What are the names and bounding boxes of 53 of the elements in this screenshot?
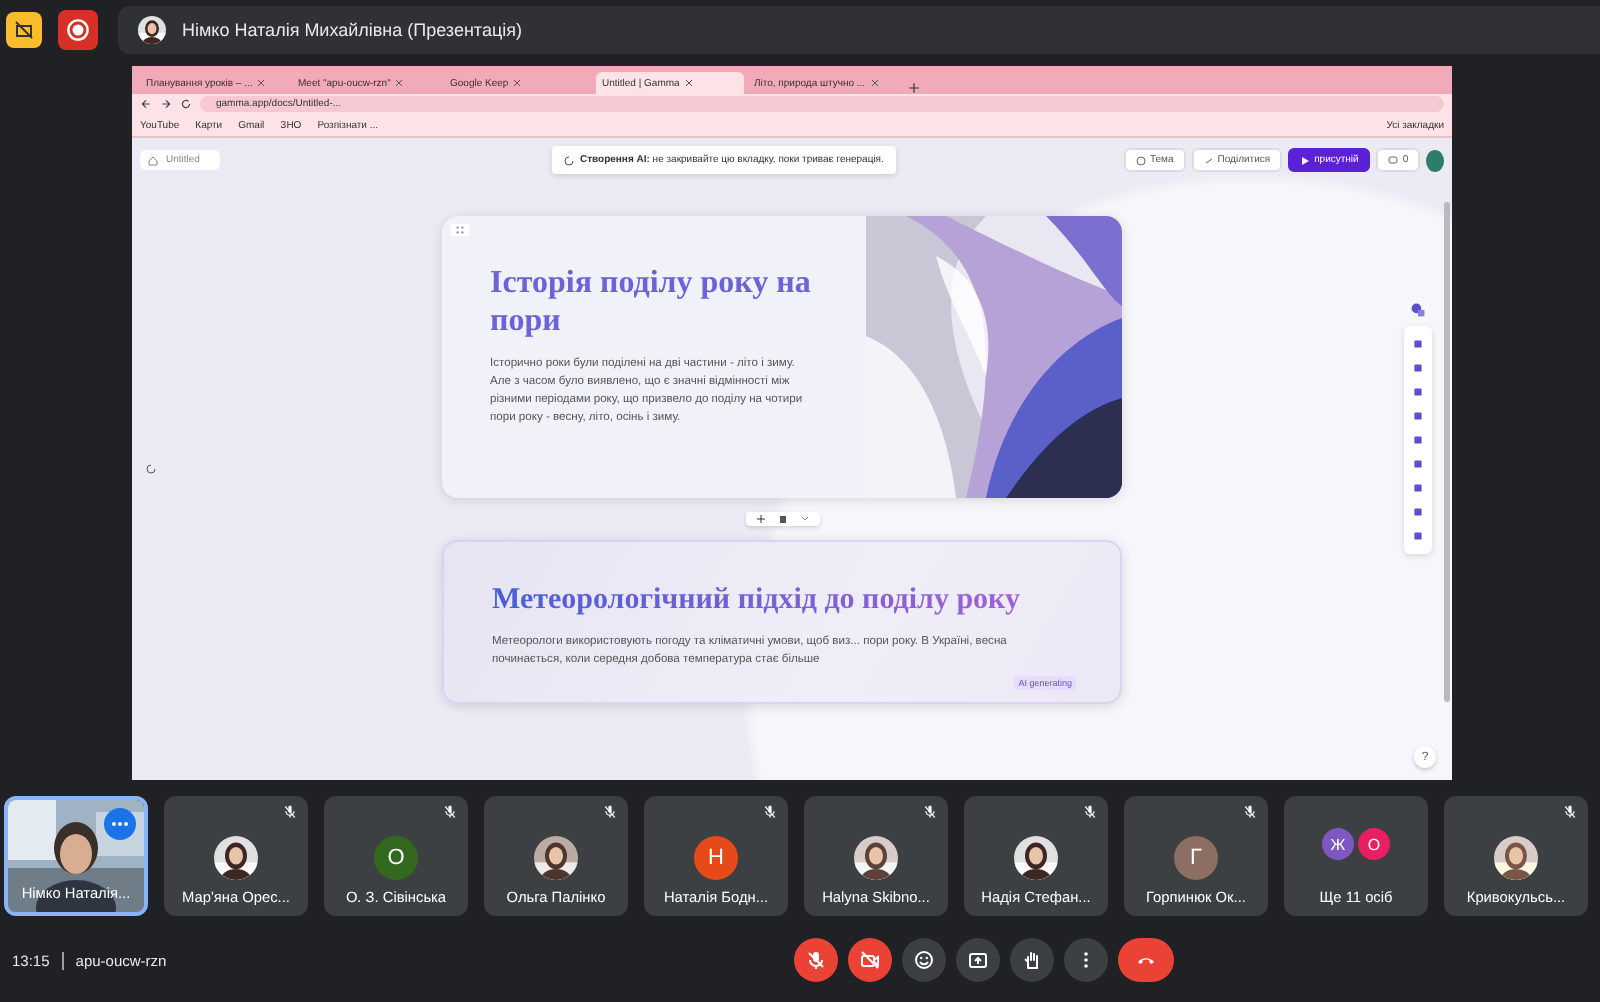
- hand-icon: [1022, 950, 1042, 970]
- reload-icon: [180, 98, 192, 110]
- mic-off-icon: [442, 804, 458, 820]
- slide-title: Метеорологічний підхід до поділу року: [492, 582, 1020, 618]
- mic-off-icon: [1562, 804, 1578, 820]
- close-icon: [256, 78, 267, 88]
- mic-off-icon: [762, 804, 778, 820]
- forward-icon: [160, 98, 172, 110]
- camera-off-icon: [860, 950, 880, 970]
- scrollbar-thumb[interactable]: [1443, 202, 1449, 702]
- mic-off-icon: [282, 804, 298, 820]
- presenter-name: Німко Наталія Михайлівна (Презентація): [182, 20, 522, 40]
- close-icon: [869, 78, 880, 88]
- plus-icon: [755, 514, 765, 524]
- spinner-icon: [563, 155, 574, 165]
- close-icon: [394, 78, 405, 88]
- drag-handle-icon: [454, 224, 466, 236]
- hide-tile-button[interactable]: [6, 12, 42, 48]
- close-icon: [512, 78, 523, 88]
- leave-button[interactable]: [1118, 938, 1174, 982]
- home-icon: [148, 155, 158, 165]
- mic-off-icon: [1242, 804, 1258, 820]
- emoji-icon: [914, 950, 934, 970]
- play-icon: [1300, 155, 1311, 165]
- mic-off-icon: [1082, 804, 1098, 820]
- spinner-icon: [146, 464, 156, 474]
- emoji-button[interactable]: [902, 938, 946, 982]
- user-avatar[interactable]: [1426, 149, 1444, 171]
- add-card-button[interactable]: [755, 514, 765, 524]
- present-button[interactable]: [956, 938, 1000, 982]
- mic-off-icon: [806, 950, 826, 970]
- present-screen-icon: [968, 950, 988, 970]
- comment-icon: [1388, 155, 1399, 165]
- avatar-letter: О: [374, 836, 418, 880]
- hide-icon: [14, 20, 34, 40]
- record-button[interactable]: [58, 10, 98, 50]
- mic-off-icon: [922, 804, 938, 820]
- camera-button[interactable]: [848, 938, 892, 982]
- card-handle[interactable]: [450, 224, 470, 236]
- trash-icon: [777, 514, 787, 524]
- new-tab-icon: [908, 82, 920, 94]
- record-icon: [66, 18, 90, 42]
- avatar-letter: Г: [1174, 836, 1218, 880]
- avatar-letter: Ж: [1322, 828, 1354, 860]
- avatar-letter: О: [1358, 828, 1390, 860]
- avatar-letter: Н: [694, 836, 738, 880]
- hand-button[interactable]: [1010, 938, 1054, 982]
- back-icon: [140, 98, 152, 110]
- mic-button[interactable]: [794, 938, 838, 982]
- slide-title: Історія поділу року на пори: [490, 264, 813, 341]
- shapes-icon: [1410, 302, 1426, 318]
- close-icon: [683, 78, 694, 88]
- mic-off-icon: [602, 804, 618, 820]
